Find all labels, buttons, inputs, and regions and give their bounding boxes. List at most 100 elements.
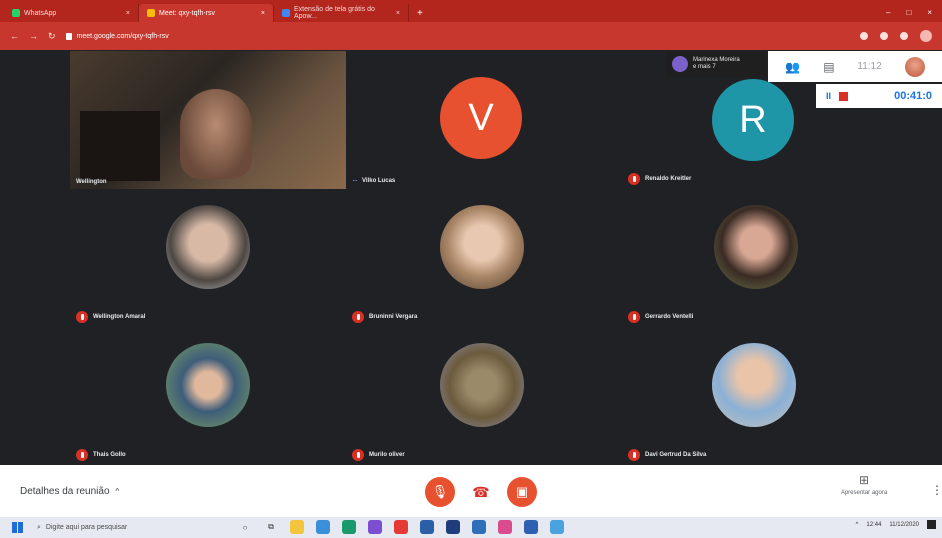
star-icon[interactable] [860, 32, 868, 40]
stop-icon[interactable] [839, 91, 849, 101]
reload-icon[interactable]: ↻ [48, 31, 56, 42]
mic-toggle-button[interactable]: 🎙 [425, 477, 455, 507]
speaking-indicator-icon: ··· [352, 176, 358, 185]
participant-name: Thais Gollo [93, 452, 126, 458]
participant-name: Bruninni Vergara [369, 314, 418, 320]
close-icon[interactable]: × [261, 10, 265, 17]
task-view-icon[interactable]: ⧉ [264, 520, 278, 534]
more-options-icon[interactable]: ⋮ [931, 483, 942, 497]
profile-avatar[interactable] [920, 30, 932, 42]
host-name-line1: Marinexa Moreira [693, 57, 740, 63]
people-icon[interactable]: 👥 [785, 60, 800, 74]
excel-icon[interactable] [342, 520, 356, 534]
url-field[interactable]: meet.google.com/qxy-tqfh-rsv [65, 32, 169, 40]
nameplate: Wellington [76, 179, 107, 185]
chat-icon[interactable]: ▤ [823, 60, 834, 74]
participant-photo [440, 205, 524, 289]
participant-tile[interactable]: Bruninni Vergara [346, 189, 622, 327]
participant-tile[interactable]: Davi Gertrud Da Silva [622, 327, 898, 465]
nameplate: Gerrardo Ventelli [628, 311, 693, 323]
maximize-button[interactable]: □ [906, 8, 911, 17]
participant-tile[interactable]: Wellington [70, 51, 346, 189]
tab-label: WhatsApp [24, 9, 57, 17]
mic-off-icon [352, 449, 364, 461]
url-text: meet.google.com/qxy-tqfh-rsv [76, 32, 169, 40]
participant-tile[interactable]: Murilo oliver [346, 327, 622, 465]
new-tab-button[interactable]: + [409, 8, 431, 22]
taskbar-search[interactable]: ⌕ Digite aqui para pesquisar [37, 519, 232, 536]
phone-hangup-icon: ☎ [472, 483, 490, 500]
participant-name: Wellington Amaral [93, 314, 146, 320]
teams-icon[interactable] [368, 520, 382, 534]
app-icon[interactable] [524, 520, 538, 534]
tray-date[interactable]: 11/12/2020 [889, 522, 919, 528]
participant-tile[interactable]: Thais Gollo [70, 327, 346, 465]
doc-icon [282, 9, 290, 17]
browser-tab-bar: WhatsApp × Meet: qxy-tqfh-rsv × Extensão… [0, 0, 942, 22]
mic-off-icon [628, 311, 640, 323]
tab-whatsapp[interactable]: WhatsApp × [4, 4, 139, 22]
tab-meet[interactable]: Meet: qxy-tqfh-rsv × [139, 4, 274, 22]
extension-icon[interactable] [880, 32, 888, 40]
host-badge[interactable]: Marinexa Moreira e mais 7 [666, 51, 766, 77]
notification-icon[interactable] [927, 520, 936, 529]
app-icon[interactable] [420, 520, 434, 534]
camera-toggle-button[interactable]: ▣ [507, 477, 537, 507]
forward-icon[interactable]: → [29, 31, 38, 41]
taskbar-search-placeholder: Digite aqui para pesquisar [45, 524, 128, 531]
youtube-icon[interactable] [394, 520, 408, 534]
close-icon[interactable]: × [396, 10, 400, 17]
recording-bar: II 00:41:0 [816, 84, 942, 108]
participant-tile[interactable]: V ··· Vilko Lucas [346, 51, 622, 189]
present-now-label: Apresentar agora [840, 490, 888, 496]
participant-tile[interactable]: Gerrardo Ventelli [622, 189, 898, 327]
windows-start-icon[interactable] [12, 522, 23, 533]
mic-off-icon [76, 311, 88, 323]
app-icon[interactable] [550, 520, 564, 534]
word-icon[interactable] [472, 520, 486, 534]
app-icon[interactable] [446, 520, 460, 534]
lock-icon [65, 32, 72, 40]
whatsapp-icon [12, 9, 20, 17]
meeting-details-button[interactable]: Detalhes da reunião ^ [20, 486, 119, 497]
avatar-initial: R [739, 98, 767, 141]
extension-icon[interactable] [900, 32, 908, 40]
camera-off-icon: ▣ [515, 484, 529, 499]
participant-grid: Wellington V ··· Vilko Lucas R Renaldo K… [70, 51, 898, 465]
nameplate: Bruninni Vergara [352, 311, 417, 323]
taskbar-pinned-apps: ○ ⧉ [238, 520, 564, 534]
participant-video [180, 89, 252, 179]
host-name-line2: e mais 7 [693, 64, 716, 70]
present-now-button[interactable]: ⊞ Apresentar agora [834, 473, 894, 496]
pause-icon[interactable]: II [826, 91, 831, 101]
tray-time[interactable]: 12:44 [866, 522, 881, 528]
edge-icon[interactable] [316, 520, 330, 534]
mic-off-icon [76, 449, 88, 461]
minimize-button[interactable]: – [886, 8, 890, 17]
meet-control-bar: Detalhes da reunião ^ 🎙 ☎ ▣ ⊞ Apresentar… [0, 465, 942, 517]
avatar: R [712, 79, 794, 161]
nameplate: ··· Vilko Lucas [352, 176, 395, 185]
tab-extension[interactable]: Extensão de tela grátis do Apow... × [274, 4, 409, 22]
participant-tile[interactable]: Wellington Amaral [70, 189, 346, 327]
file-explorer-icon[interactable] [290, 520, 304, 534]
avatar [672, 56, 688, 72]
address-bar: ← → ↻ meet.google.com/qxy-tqfh-rsv [0, 22, 942, 50]
mic-off-icon [628, 173, 640, 185]
leave-call-button[interactable]: ☎ [466, 477, 496, 507]
back-icon[interactable]: ← [10, 31, 19, 41]
search-icon: ⌕ [37, 523, 41, 531]
meeting-clock: 11:12 [857, 61, 882, 72]
cortana-icon[interactable]: ○ [238, 520, 252, 534]
window-controls: – □ × [876, 8, 942, 22]
mail-icon[interactable] [498, 520, 512, 534]
avatar: V [440, 77, 522, 159]
user-avatar[interactable] [904, 56, 925, 77]
present-screen-icon: ⊞ [858, 473, 870, 487]
close-window-button[interactable]: × [927, 8, 932, 17]
tray-chevron-icon[interactable]: ^ [856, 522, 859, 528]
host-name: Marinexa Moreira e mais 7 [693, 57, 740, 71]
close-icon[interactable]: × [126, 10, 130, 17]
mic-off-icon [628, 449, 640, 461]
participant-photo [712, 343, 796, 427]
